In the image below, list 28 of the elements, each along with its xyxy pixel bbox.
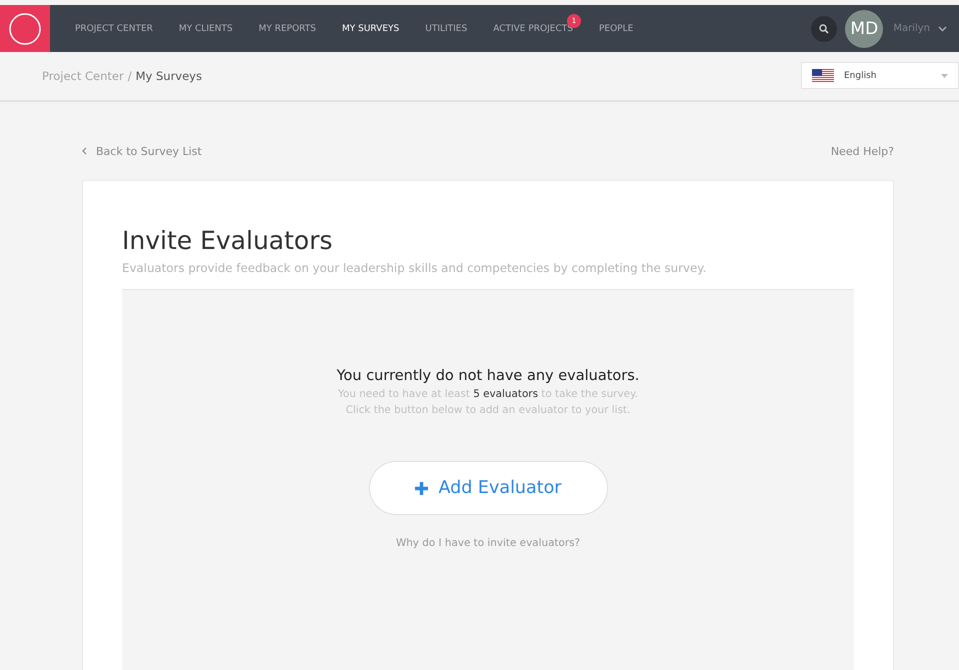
page-title: Invite Evaluators [122, 226, 334, 255]
user-avatar[interactable]: MD [845, 10, 884, 48]
search-button[interactable] [811, 16, 838, 42]
nav-tab[interactable]: MY SURVEYS [329, 24, 412, 34]
nav-tab[interactable]: PROJECT CENTER [62, 24, 166, 34]
empty-heading: You currently do not have any evaluators. [336, 368, 640, 384]
nav-tab[interactable]: MY REPORTS [246, 24, 329, 34]
nav-tab[interactable]: MY CLIENTS [166, 24, 246, 34]
plus-icon [414, 480, 430, 496]
circle-logo-icon [8, 12, 42, 46]
flag-icon [812, 68, 834, 82]
nav-tab[interactable]: UTILITIES [412, 24, 480, 34]
breadcrumb-separator: / [128, 69, 132, 83]
logo[interactable] [0, 5, 50, 52]
add-evaluator-button[interactable]: Add Evaluator [368, 461, 608, 515]
chevron-left-icon [82, 147, 87, 155]
why-link[interactable]: Why do I have to invite evaluators? [396, 537, 580, 549]
search-icon [819, 24, 830, 34]
user-menu[interactable]: Marilyn [883, 23, 959, 34]
dropdown-caret-icon [941, 74, 948, 78]
page-subtitle: Evaluators provide feedback on your leadership skills and competencies by completing the survey. [122, 261, 708, 275]
breadcrumb-link[interactable]: Project Center [42, 69, 124, 83]
language-select[interactable]: English [801, 62, 959, 89]
back-link[interactable]: Back to Survey List [82, 144, 202, 158]
chevron-down-icon [938, 26, 947, 32]
breadcrumb-link[interactable]: My Surveys [136, 69, 202, 83]
help-link[interactable]: Need Help? [830, 144, 894, 158]
nav-tab[interactable]: PEOPLE [586, 24, 646, 34]
